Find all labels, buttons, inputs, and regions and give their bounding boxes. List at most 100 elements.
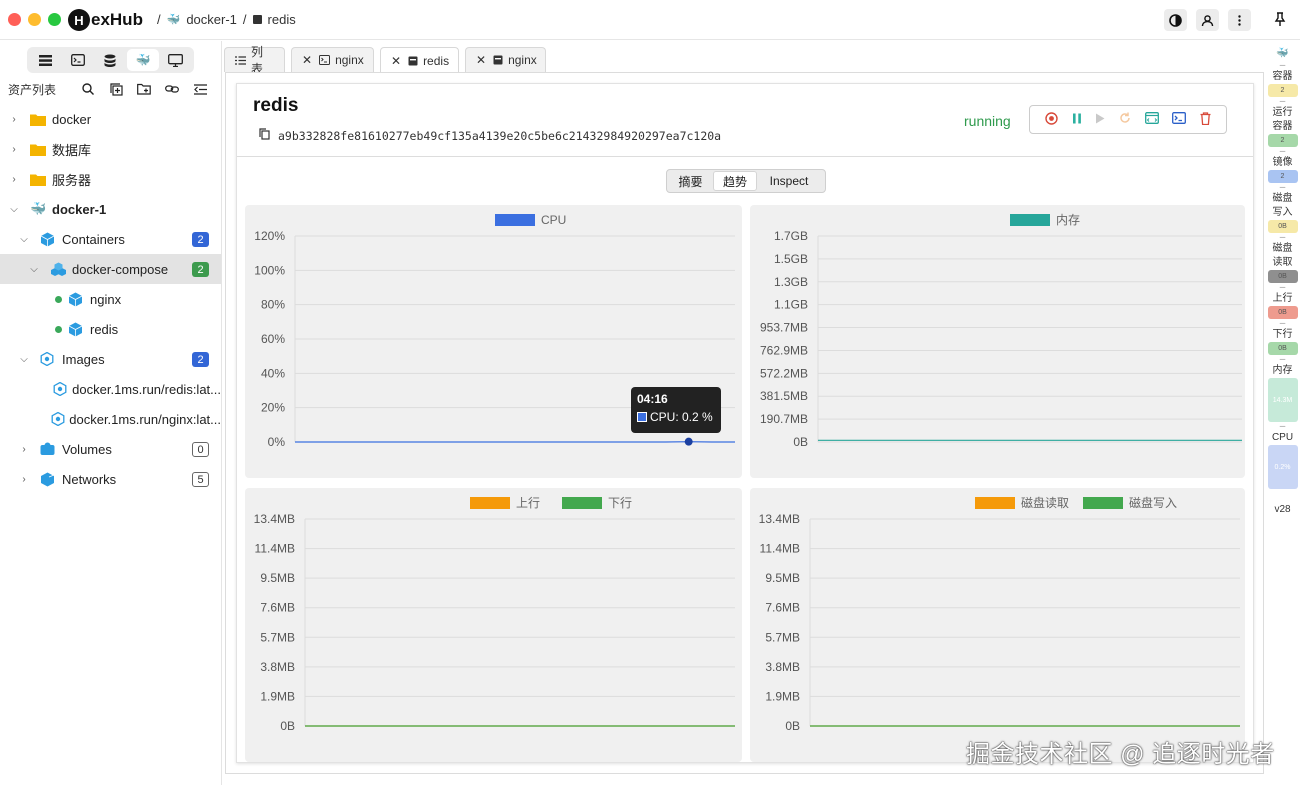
breadcrumb-item-docker-1[interactable]: docker-1 — [186, 12, 237, 27]
tree-item-nginx[interactable]: nginx — [0, 284, 221, 314]
legend-swatch[interactable] — [1010, 214, 1050, 226]
account-button[interactable] — [1196, 9, 1219, 31]
tab-列表[interactable]: 列表 — [224, 45, 285, 76]
more-menu-button[interactable] — [1228, 9, 1251, 31]
chevron-right-icon[interactable]: › — [8, 144, 20, 155]
legend-swatch[interactable] — [495, 214, 535, 226]
stat-4: – 磁盘读取 0B — [1265, 233, 1300, 283]
stat-separator: – — [1279, 96, 1286, 107]
y-tick-label: 80% — [261, 298, 285, 312]
sidebar: 🐳 资产列表 › docker › 数据库 › 服务器 ⌵ 🐳 docker-1 ⌵ Contain… — [0, 41, 222, 785]
docker-view-tab[interactable]: 🐳 — [126, 49, 160, 71]
copy-id-button[interactable] — [259, 128, 270, 143]
chevron-down-icon[interactable]: ⌵ — [18, 354, 30, 365]
tree-item-networks[interactable]: › Networks 5 — [0, 464, 221, 494]
search-button[interactable] — [74, 83, 102, 95]
tree-item-docker-1[interactable]: ⌵ 🐳 docker-1 — [0, 194, 221, 224]
legend-swatch[interactable] — [975, 497, 1015, 509]
maximize-window-button[interactable] — [48, 13, 61, 26]
tree-item-redis[interactable]: redis — [0, 314, 221, 344]
delete-button[interactable] — [1200, 111, 1211, 128]
tree-item-数据库[interactable]: › 数据库 — [0, 134, 221, 164]
chevron-right-icon[interactable]: › — [8, 174, 20, 185]
chevron-down-icon[interactable]: ⌵ — [28, 264, 40, 275]
tab-redis-active[interactable]: ✕ redis — [380, 47, 459, 73]
close-tab-icon[interactable]: ✕ — [302, 53, 312, 67]
stop-button[interactable] — [1045, 111, 1058, 128]
container-name: redis — [253, 95, 299, 116]
stat-2: – 镜像 2 — [1265, 147, 1300, 183]
minimize-window-button[interactable] — [28, 13, 41, 26]
tab-summary[interactable]: 摘要 — [668, 171, 713, 191]
tree-item-containers[interactable]: ⌵ Containers 2 — [0, 224, 221, 254]
stat-value: 0.2% — [1267, 445, 1298, 489]
data-point[interactable] — [684, 437, 693, 446]
y-tick-label: 953.7MB — [760, 321, 808, 335]
y-tick-label: 9.5MB — [765, 571, 800, 585]
stat-separator: – — [1279, 421, 1286, 432]
cpu-tooltip: 04:16 CPU: 0.2 % — [631, 387, 721, 433]
legend-swatch[interactable] — [562, 497, 602, 509]
volume-icon — [40, 442, 62, 456]
close-tab-icon[interactable]: ✕ — [391, 54, 401, 68]
legend-label: 内存 — [1056, 213, 1080, 227]
list-view-tab[interactable] — [29, 49, 62, 71]
open-terminal-button[interactable] — [1172, 112, 1187, 127]
folder-icon — [30, 113, 52, 126]
terminal-view-tab[interactable] — [62, 49, 95, 71]
network-icon — [40, 472, 62, 487]
y-tick-label: 1.5GB — [774, 252, 808, 266]
tree-item-volumes[interactable]: › Volumes 0 — [0, 434, 221, 464]
tree-item-服务器[interactable]: › 服务器 — [0, 164, 221, 194]
tab-trend[interactable]: 趋势 — [713, 171, 757, 191]
running-indicator — [55, 325, 62, 333]
legend-swatch[interactable] — [1083, 497, 1123, 509]
tree-item-docker-compose[interactable]: ⌵ docker-compose 2 — [0, 254, 221, 284]
web-view-button[interactable] — [1144, 112, 1159, 127]
chevron-down-icon[interactable]: ⌵ — [8, 204, 20, 215]
tree-item-label: docker — [52, 111, 92, 127]
y-tick-label: 11.4MB — [255, 542, 295, 556]
legend-label: 下行 — [608, 496, 632, 510]
breadcrumb-item-redis[interactable]: redis — [268, 12, 296, 27]
y-tick-label: 40% — [261, 366, 285, 380]
pin-button[interactable] — [1274, 12, 1286, 30]
chevron-right-icon[interactable]: › — [18, 444, 30, 455]
remote-desktop-view-tab[interactable] — [159, 49, 192, 71]
add-asset-button[interactable] — [102, 82, 130, 96]
database-icon — [104, 54, 116, 67]
link-button[interactable] — [158, 84, 186, 94]
tree-item-docker[interactable]: › docker — [0, 104, 221, 134]
tree-item-docker-1ms-run-redis-lat-[interactable]: docker.1ms.run/redis:lat... — [0, 374, 221, 404]
y-tick-label: 60% — [261, 332, 285, 346]
user-icon — [1201, 14, 1214, 26]
theme-toggle-button[interactable] — [1164, 9, 1187, 31]
tree-item-images[interactable]: ⌵ Images 2 — [0, 344, 221, 374]
collapse-button[interactable] — [186, 83, 214, 95]
close-window-button[interactable] — [8, 13, 21, 26]
stat-label: 磁盘写入 — [1272, 193, 1293, 218]
watermark: 掘金技术社区 @ 追逐时光者 — [966, 741, 1275, 768]
stat-separator: – — [1279, 354, 1286, 365]
tab-nginx[interactable]: ✕ nginx — [465, 47, 546, 72]
legend-swatch[interactable] — [470, 497, 510, 509]
tooltip-swatch — [637, 412, 647, 422]
tree-item-label: docker.1ms.run/redis:lat... — [72, 381, 221, 397]
tree-item-label: nginx — [90, 291, 122, 307]
add-folder-button[interactable] — [130, 83, 158, 95]
chevron-right-icon[interactable]: › — [18, 474, 30, 485]
close-tab-icon[interactable]: ✕ — [476, 53, 486, 67]
tree-item-label: Images — [62, 351, 105, 367]
tab-inspect[interactable]: Inspect — [757, 171, 821, 191]
memory-chart-panel: 内存 1.7GB 1.5GB 1.3GB 1.1GB 953.7MB 762.9MB 572.… — [750, 205, 1245, 478]
pause-button[interactable] — [1072, 112, 1082, 127]
logo-text: exHub — [91, 10, 143, 29]
count-badge: 2 — [192, 352, 209, 367]
tree-item-docker-1ms-run-nginx-lat-[interactable]: docker.1ms.run/nginx:lat... — [0, 404, 221, 434]
chevron-right-icon[interactable]: › — [8, 114, 20, 125]
start-button[interactable] — [1095, 112, 1105, 127]
chevron-down-icon[interactable]: ⌵ — [18, 234, 30, 245]
tab-nginx[interactable]: ✕ nginx — [291, 47, 374, 72]
database-view-tab[interactable] — [94, 49, 127, 71]
restart-button[interactable] — [1119, 112, 1131, 127]
